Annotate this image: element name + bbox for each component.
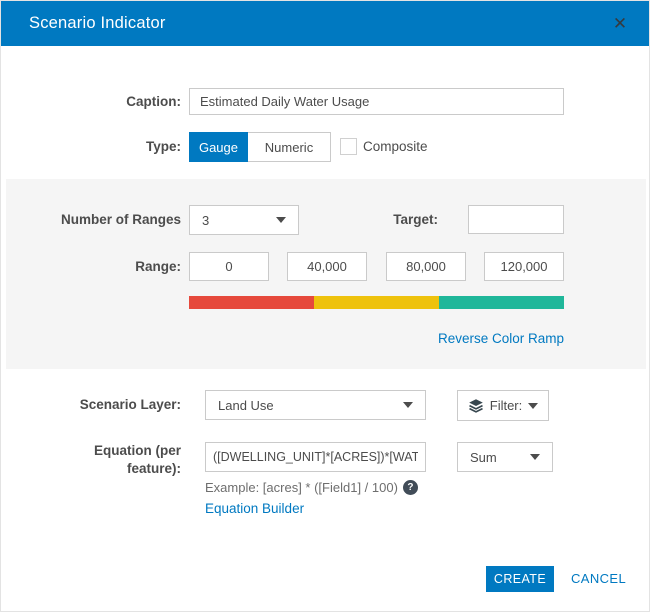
range-input-3[interactable]: [386, 252, 466, 281]
color-ramp-yellow-segment: [314, 296, 439, 309]
create-button[interactable]: CREATE: [486, 566, 554, 592]
color-ramp-green-segment: [439, 296, 564, 309]
scenario-layer-dropdown[interactable]: Land Use: [205, 390, 426, 420]
reverse-color-ramp-link[interactable]: Reverse Color Ramp: [364, 331, 564, 346]
close-icon[interactable]: ✕: [603, 1, 637, 46]
caption-label: Caption:: [126, 94, 181, 109]
equation-example-row: Example: [acres] * ([Field1] / 100) ?: [205, 480, 418, 495]
equation-input[interactable]: [205, 442, 426, 472]
number-of-ranges-label: Number of Ranges: [60, 212, 181, 227]
composite-label: Composite: [363, 139, 428, 154]
caption-input[interactable]: [189, 88, 564, 115]
color-ramp: [189, 296, 564, 309]
dialog-title: Scenario Indicator: [29, 14, 166, 32]
help-icon[interactable]: ?: [402, 480, 418, 495]
color-ramp-red-segment: [189, 296, 314, 309]
chevron-down-icon: [528, 402, 539, 409]
range-input-2[interactable]: [287, 252, 367, 281]
cancel-button[interactable]: CANCEL: [571, 566, 626, 592]
range-input-1[interactable]: [189, 252, 269, 281]
number-of-ranges-value: 3: [202, 212, 210, 228]
dialog-header: Scenario Indicator ✕: [1, 1, 649, 46]
aggregation-dropdown[interactable]: Sum: [457, 442, 553, 472]
chevron-down-icon: [530, 454, 540, 460]
scenario-layer-value: Land Use: [218, 397, 274, 413]
equation-example-text: Example: [acres] * ([Field1] / 100): [205, 480, 398, 495]
range-input-4[interactable]: [484, 252, 564, 281]
target-label: Target:: [393, 212, 438, 227]
type-gauge-button[interactable]: Gauge: [189, 132, 248, 162]
scenario-layer-label: Scenario Layer:: [79, 397, 181, 412]
type-label: Type:: [145, 139, 181, 154]
filter-label: Filter:: [489, 398, 523, 413]
layers-icon: [468, 398, 484, 414]
equation-builder-link[interactable]: Equation Builder: [205, 501, 304, 516]
number-of-ranges-dropdown[interactable]: 3: [189, 205, 299, 235]
range-label: Range:: [135, 259, 181, 274]
equation-label-line2: feature):: [126, 461, 181, 476]
chevron-down-icon: [276, 217, 286, 223]
composite-checkbox[interactable]: [340, 138, 357, 155]
filter-button[interactable]: Filter:: [457, 390, 549, 421]
chevron-down-icon: [403, 402, 413, 408]
scenario-indicator-dialog: Scenario Indicator ✕ Caption: Type: Gaug…: [0, 0, 650, 612]
type-numeric-button[interactable]: Numeric: [248, 132, 331, 162]
target-input[interactable]: [468, 205, 564, 234]
aggregation-value: Sum: [470, 449, 497, 465]
equation-label-line1: Equation (per: [94, 443, 181, 458]
equation-label: Equation (per feature):: [1, 442, 181, 478]
